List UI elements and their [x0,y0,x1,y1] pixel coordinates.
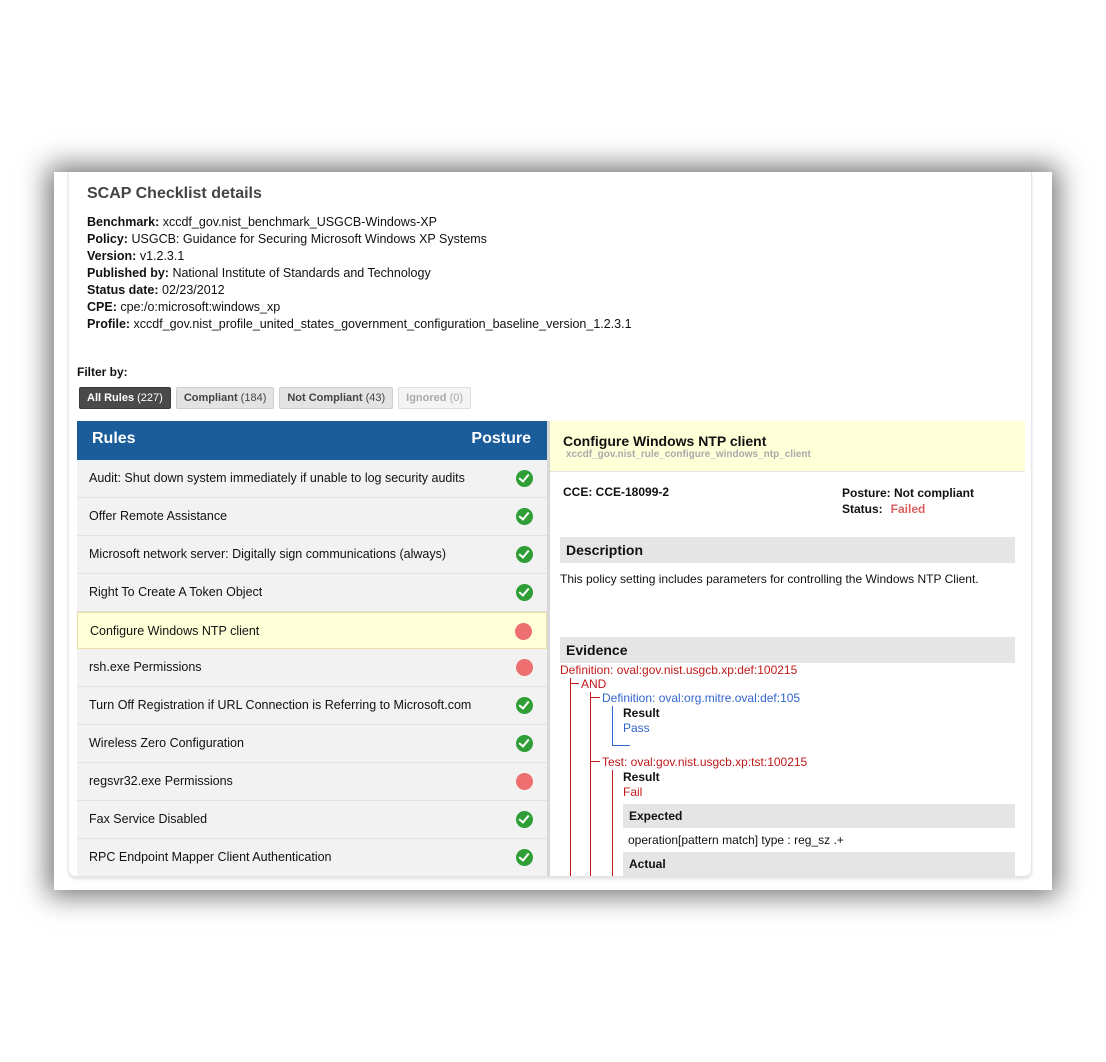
rule-label: regsvr32.exe Permissions [89,774,233,788]
rule-row[interactable]: Right To Create A Token Object [77,574,547,612]
check-circle-icon [516,849,533,866]
check-circle-icon [516,470,533,487]
evidence-section-header: Evidence [560,637,1015,663]
rule-row[interactable]: rsh.exe Permissions [77,649,547,687]
check-circle-icon [516,735,533,752]
expected-value: operation[pattern match] type : reg_sz .… [628,833,844,847]
rule-row[interactable]: regsvr32.exe Permissions [77,763,547,801]
actual-header: Actual [623,852,1015,876]
red-dot-icon [515,623,532,640]
result-pass: Pass [623,721,650,735]
red-dot-icon [516,659,533,676]
rule-row[interactable]: Turn Off Registration if URL Connection … [77,687,547,725]
page-title: SCAP Checklist details [87,185,262,202]
description-text: This policy setting includes parameters … [560,572,979,586]
check-circle-icon [516,508,533,525]
rule-row[interactable]: Offer Remote Assistance [77,498,547,536]
rule-row[interactable]: Wireless Zero Configuration [77,725,547,763]
meta-version: Version: v1.2.3.1 [87,249,185,263]
detail-header: Configure Windows NTP client xccdf_gov.n… [550,421,1025,472]
rule-row[interactable]: Audit: Shut down system immediately if u… [77,460,547,498]
meta-policy: Policy: USGCB: Guidance for Securing Mic… [87,232,487,246]
filter-bar: All Rules (227) Compliant (184) Not Comp… [79,387,472,409]
evidence-definition-root: Definition: oval:gov.nist.usgcb.xp:def:1… [560,663,798,677]
meta-status-date: Status date: 02/23/2012 [87,283,225,297]
detail-rule-id: xccdf_gov.nist_rule_configure_windows_nt… [566,449,811,460]
tree-line [612,706,613,746]
filter-not-compliant-button[interactable]: Not Compliant (43) [279,387,394,409]
check-circle-icon [516,697,533,714]
posture-status: Posture: Not compliant Status: Failed [842,485,974,517]
app-window: SCAP Checklist details Benchmark: xccdf_… [54,172,1052,890]
rule-label: Turn Off Registration if URL Connection … [89,698,472,712]
rule-label: rsh.exe Permissions [89,660,202,674]
description-section-header: Description [560,537,1015,563]
cce-id: CCE: CCE-18099-2 [563,485,670,499]
tree-line [590,692,591,876]
tree-line [590,761,600,762]
rule-label: Offer Remote Assistance [89,509,228,523]
rule-label: Audit: Shut down system immediately if u… [89,471,465,485]
rule-row[interactable]: Fax Service Disabled [77,801,547,839]
rules-column-header: Rules [92,430,136,447]
rules-header: Rules Posture [77,421,547,460]
rule-label: Right To Create A Token Object [89,585,263,599]
meta-benchmark: Benchmark: xccdf_gov.nist_benchmark_USGC… [87,215,437,229]
rule-label: Wireless Zero Configuration [89,736,244,750]
rules-list: Rules Posture Audit: Shut down system im… [77,421,547,876]
filter-compliant-button[interactable]: Compliant (184) [175,387,275,409]
rule-detail-panel: Configure Windows NTP client xccdf_gov.n… [550,421,1025,876]
evidence-test: Test: oval:gov.nist.usgcb.xp:tst:100215 [602,755,808,769]
tree-line [612,770,613,876]
posture-value: Posture: Not compliant [842,486,975,500]
meta-profile: Profile: xccdf_gov.nist_profile_united_s… [87,317,632,331]
meta-published-by: Published by: National Institute of Stan… [87,266,431,280]
tree-line [590,697,600,698]
result-label: Result [623,770,660,784]
tree-line [570,683,579,684]
evidence-operator: AND [581,677,607,691]
meta-cpe: CPE: cpe:/o:microsoft:windows_xp [87,300,281,314]
benchmark-meta: Benchmark: xccdf_gov.nist_benchmark_USGC… [87,214,632,333]
rule-row[interactable]: Configure Windows NTP client [77,612,547,649]
filter-ignored-button[interactable]: Ignored (0) [398,387,472,409]
tree-line [570,678,571,876]
check-circle-icon [516,584,533,601]
filter-label: Filter by: [77,365,128,379]
tree-line [612,745,630,746]
evidence-definition-child: Definition: oval:org.mitre.oval:def:105 [602,691,801,705]
check-circle-icon [516,546,533,563]
expected-header: Expected [623,804,1015,828]
rule-label: Configure Windows NTP client [90,624,260,638]
filter-all-rules-button[interactable]: All Rules (227) [79,387,171,409]
rule-row[interactable]: Microsoft network server: Digitally sign… [77,536,547,574]
detail-title: Configure Windows NTP client [563,433,767,449]
result-fail: Fail [623,785,643,799]
status-failed-badge: Failed [890,502,926,516]
rule-row[interactable]: RPC Endpoint Mapper Client Authenticatio… [77,839,547,876]
posture-column-header: Posture [471,430,531,447]
checklist-card: SCAP Checklist details Benchmark: xccdf_… [68,172,1032,877]
result-label: Result [623,706,660,720]
status-row: Status: Failed [842,502,926,516]
red-dot-icon [516,773,533,790]
check-circle-icon [516,811,533,828]
rule-label: Microsoft network server: Digitally sign… [89,547,447,561]
rule-label: Fax Service Disabled [89,812,208,826]
rule-label: RPC Endpoint Mapper Client Authenticatio… [89,850,332,864]
